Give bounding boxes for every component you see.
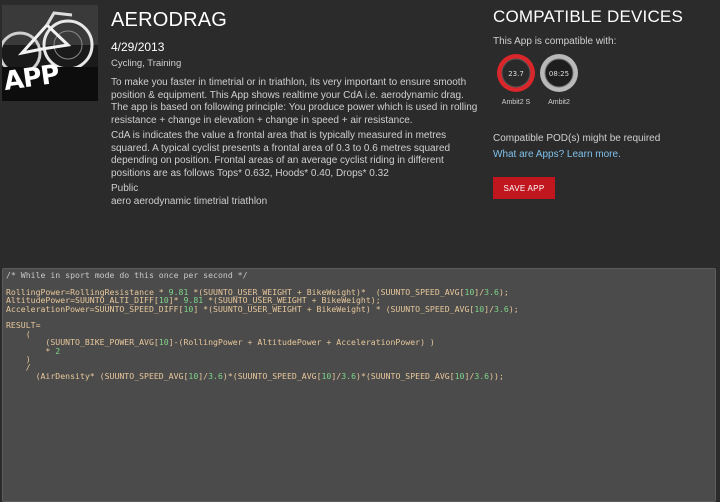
pod-notice: Compatible POD(s) might be required [493,133,661,144]
code-line: /* While in sport mode do this once per … [6,270,248,280]
code-line: ) [6,354,31,365]
app-date: 4/29/2013 [111,40,165,54]
app-thumbnail: APP [2,5,98,101]
description-paragraph: To make you faster in timetrial or in tr… [111,77,478,126]
svg-text:08:25: 08:25 [549,70,569,78]
code-line: RESULT= [6,320,41,331]
app-description: To make you faster in timetrial or in tr… [111,77,481,208]
description-paragraph: CdA is indicates the value a frontal are… [111,130,451,179]
device-name: Ambit2 [548,99,570,106]
code-listing: /* While in sport mode do this once per … [6,271,519,380]
device-ambit2s[interactable]: 23.7 Ambit2 S [494,53,538,106]
watch-silver-icon: 08:25 [540,54,578,92]
device-name: Ambit2 S [501,99,531,106]
app-title: AERODRAG [111,9,228,31]
save-app-button[interactable]: SAVE APP [493,177,555,199]
code-panel: /* While in sport mode do this once per … [2,268,716,502]
app-categories: Cycling, Training [111,58,182,69]
code-line: AccelerationPower=SUUNTO_SPEED_DIFF[10] … [6,303,519,314]
code-line: (SUUNTO_BIKE_POWER_AVG[10]-(RollingPower… [6,337,435,348]
compatible-devices-title: COMPATIBLE DEVICES [493,7,684,26]
compatible-subtitle: This App is compatible with: [493,36,617,47]
svg-text:23.7: 23.7 [508,70,524,78]
visibility-label: Public [111,183,139,194]
tags-label: aero aerodynamic timetrial triathlon [111,195,268,207]
code-line: * 2 [6,345,61,356]
code-line: (AirDensity* (SUUNTO_SPEED_AVG[10]/3.6)*… [6,370,504,381]
device-ambit2[interactable]: 08:25 Ambit2 [537,53,581,106]
learn-more-link[interactable]: What are Apps? Learn more. [493,149,621,160]
watch-red-icon: 23.7 [497,54,535,92]
